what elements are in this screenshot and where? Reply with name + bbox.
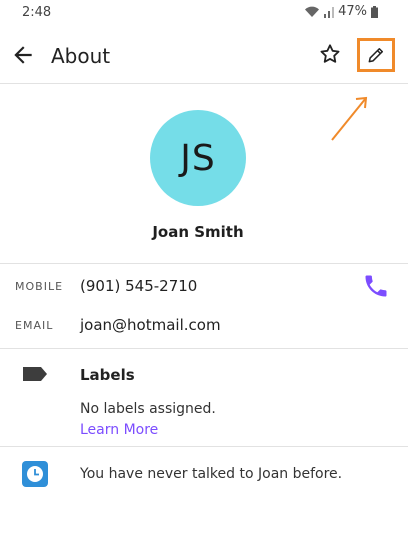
back-arrow-icon: [14, 46, 32, 64]
contact-history-text: You have never talked to Joan before.: [80, 466, 343, 482]
edit-button[interactable]: [357, 38, 395, 72]
page-title: About: [51, 44, 111, 68]
battery-percent: 47%: [338, 4, 367, 19]
learn-more-link[interactable]: Learn More: [80, 422, 158, 438]
labels-heading: Labels: [80, 366, 135, 384]
mobile-value[interactable]: (901) 545-2710: [80, 277, 197, 295]
contact-name: Joan Smith: [152, 223, 244, 241]
battery-icon: [371, 5, 378, 18]
phone-icon: [365, 275, 387, 297]
divider: [0, 348, 408, 349]
clock-icon: [22, 461, 48, 487]
app-bar: About: [0, 30, 408, 84]
status-time: 2:48: [22, 5, 52, 20]
divider: [0, 83, 408, 84]
divider: [0, 263, 408, 264]
wifi-icon: [304, 5, 320, 18]
email-value[interactable]: joan@hotmail.com: [80, 316, 221, 334]
pencil-icon: [368, 48, 383, 63]
label-icon: [23, 367, 47, 381]
star-icon: [320, 44, 340, 63]
avatar-initials: JS: [180, 137, 216, 179]
email-label: EMAIL: [15, 319, 54, 332]
labels-empty-text: No labels assigned.: [80, 401, 216, 417]
divider: [0, 446, 408, 447]
avatar: JS: [150, 110, 246, 206]
call-button[interactable]: [362, 272, 390, 300]
favorite-button[interactable]: [318, 42, 344, 68]
signal-icon: [324, 6, 335, 18]
back-button[interactable]: [10, 42, 36, 68]
annotation-arrow: [331, 96, 368, 141]
mobile-label: MOBILE: [15, 280, 64, 293]
status-bar: 2:48 47%: [0, 0, 408, 26]
status-icons: 47%: [304, 4, 378, 19]
